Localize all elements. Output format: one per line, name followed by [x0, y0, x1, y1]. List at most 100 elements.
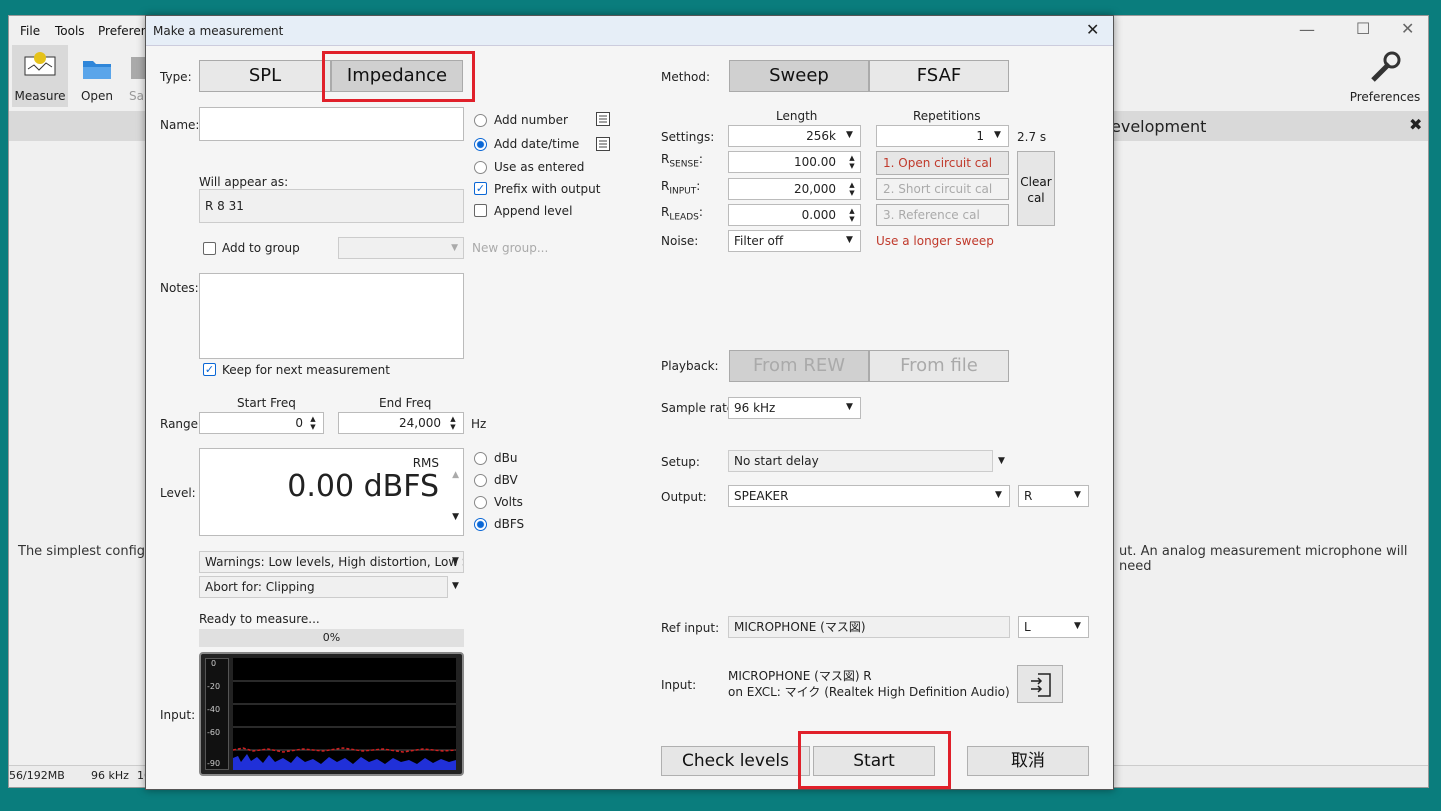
open-circuit-cal-button[interactable]: 1. Open circuit cal [876, 151, 1009, 175]
volts-radio[interactable] [474, 496, 487, 509]
keep-notes-checkbox[interactable]: ✓ [203, 363, 216, 376]
rleads-label: RLEADS: [661, 205, 703, 223]
appear-value: R 8 31 [199, 189, 464, 223]
start-freq-spinner[interactable]: ▲ ▼ [306, 415, 320, 431]
datetime-format-icon[interactable] [596, 137, 610, 151]
add-number-label: Add number [494, 113, 568, 127]
sample-rate-select[interactable]: 96 kHz [728, 397, 861, 419]
ref-input-channel-chevron-icon[interactable]: ▼ [1074, 621, 1081, 631]
meter-tick: -20 [207, 682, 221, 691]
warnings-chevron-icon[interactable]: ▼ [452, 556, 459, 566]
level-input[interactable]: RMS 0.00 dBFS ▲ ▼ [199, 448, 464, 536]
settings-label: Settings: [661, 130, 715, 144]
noise-chevron-icon[interactable]: ▼ [846, 235, 853, 245]
check-levels-button[interactable]: Check levels [661, 746, 810, 776]
add-datetime-radio[interactable] [474, 138, 487, 151]
output-channel-chevron-icon[interactable]: ▼ [1074, 490, 1081, 500]
level-down-icon[interactable]: ▼ [452, 507, 459, 527]
add-number-radio[interactable] [474, 114, 487, 127]
rinput-input[interactable]: 20,000 [728, 178, 861, 200]
level-value: 0.00 dBFS [287, 469, 439, 504]
login-icon [1031, 673, 1051, 697]
input-select-button[interactable] [1017, 665, 1063, 703]
prefix-output-checkbox[interactable]: ✓ [474, 182, 487, 195]
measure-button[interactable]: Measure [12, 45, 68, 107]
noise-label: Noise: [661, 234, 699, 248]
input-meter: 0 -20 -40 -60 -90 [199, 652, 464, 776]
measurement-dialog: Make a measurement ✕ Type: SPL Impedance… [145, 15, 1114, 790]
rate-status: 96 kHz [91, 769, 129, 782]
cancel-button[interactable]: 取消 [967, 746, 1089, 776]
save-button[interactable]: Sa [127, 45, 147, 107]
folder-icon [83, 61, 111, 79]
dbu-radio[interactable] [474, 452, 487, 465]
playback-rew-button[interactable]: From REW [729, 350, 869, 382]
type-spl-button[interactable]: SPL [199, 60, 331, 92]
memory-status: 56/192MB [9, 769, 65, 782]
clear-cal-button[interactable]: Clear cal [1017, 151, 1055, 226]
dbfs-radio[interactable] [474, 518, 487, 531]
abort-select[interactable]: Abort for: Clipping [199, 576, 448, 598]
abort-chevron-icon[interactable]: ▼ [452, 581, 459, 591]
length-chevron-icon[interactable]: ▼ [846, 130, 853, 140]
meter-tick: -40 [207, 705, 221, 714]
output-select[interactable]: SPEAKER [728, 485, 1010, 507]
appear-label: Will appear as: [199, 175, 289, 189]
noise-select[interactable]: Filter off [728, 230, 861, 252]
method-label: Method: [661, 70, 711, 84]
use-as-entered-radio[interactable] [474, 161, 487, 174]
reference-cal-button[interactable]: 3. Reference cal [876, 204, 1009, 226]
maximize-icon[interactable]: ☐ [1356, 19, 1370, 38]
rsense-label: RSENSE: [661, 152, 703, 170]
prefix-output-label: Prefix with output [494, 182, 601, 196]
warnings-select[interactable]: Warnings: Low levels, High distortion, L… [199, 551, 464, 573]
append-level-checkbox[interactable] [474, 204, 487, 217]
dialog-close-icon[interactable]: ✕ [1086, 20, 1099, 39]
group-select[interactable]: ▼ [338, 237, 464, 259]
dbv-radio[interactable] [474, 474, 487, 487]
method-fsaf-button[interactable]: FSAF [869, 60, 1009, 92]
minimize-icon[interactable]: — [1299, 20, 1315, 39]
rsense-input[interactable]: 100.00 [728, 151, 861, 173]
length-select[interactable]: 256k [728, 125, 861, 147]
short-circuit-cal-button[interactable]: 2. Short circuit cal [876, 178, 1009, 200]
preferences-button[interactable]: Preferences [1345, 48, 1425, 108]
new-group-link[interactable]: New group... [472, 241, 548, 255]
setup-chevron-icon[interactable]: ▼ [998, 456, 1005, 466]
repetitions-chevron-icon[interactable]: ▼ [994, 130, 1001, 140]
setup-select[interactable]: No start delay [728, 450, 993, 472]
rsense-spinner[interactable]: ▲ ▼ [845, 154, 859, 170]
level-up-icon[interactable]: ▲ [452, 465, 459, 485]
volts-label: Volts [494, 495, 523, 509]
ref-input-select[interactable]: MICROPHONE (マス図) [728, 616, 1010, 638]
ref-input-label: Ref input: [661, 621, 720, 635]
output-chevron-icon[interactable]: ▼ [995, 490, 1002, 500]
rinput-spinner[interactable]: ▲ ▼ [845, 181, 859, 197]
menu-tools[interactable]: Tools [55, 24, 85, 38]
close-panel-icon[interactable]: ✖ [1409, 115, 1422, 134]
playback-file-button[interactable]: From file [869, 350, 1009, 382]
menu-file[interactable]: File [20, 24, 40, 38]
meter-scale: 0 -20 -40 -60 -90 [205, 658, 229, 770]
menu-preferences[interactable]: Preferen [98, 24, 148, 38]
length-header: Length [776, 109, 818, 123]
sample-rate-chevron-icon[interactable]: ▼ [846, 402, 853, 412]
rleads-spinner[interactable]: ▲ ▼ [845, 207, 859, 223]
notes-input[interactable] [199, 273, 464, 359]
progress-bar: 0% [199, 629, 464, 647]
input-device-line2: on EXCL: マイク (Realtek High Definition Au… [728, 685, 1010, 699]
dialog-title: Make a measurement [153, 24, 284, 38]
add-to-group-checkbox[interactable] [203, 242, 216, 255]
open-button[interactable]: Open [73, 45, 121, 107]
end-freq-spinner[interactable]: ▲ ▼ [446, 415, 460, 431]
progress-text: 0% [322, 631, 341, 644]
keep-notes-label: Keep for next measurement [222, 363, 390, 377]
method-sweep-button[interactable]: Sweep [729, 60, 869, 92]
close-window-icon[interactable]: ✕ [1401, 19, 1414, 38]
rleads-input[interactable]: 0.000 [728, 204, 861, 226]
meter-tick: -60 [207, 728, 221, 737]
repetitions-select[interactable]: 1 [876, 125, 1009, 147]
number-format-icon[interactable] [596, 112, 610, 126]
name-input[interactable] [199, 107, 464, 141]
meter-tick: -90 [207, 759, 221, 768]
